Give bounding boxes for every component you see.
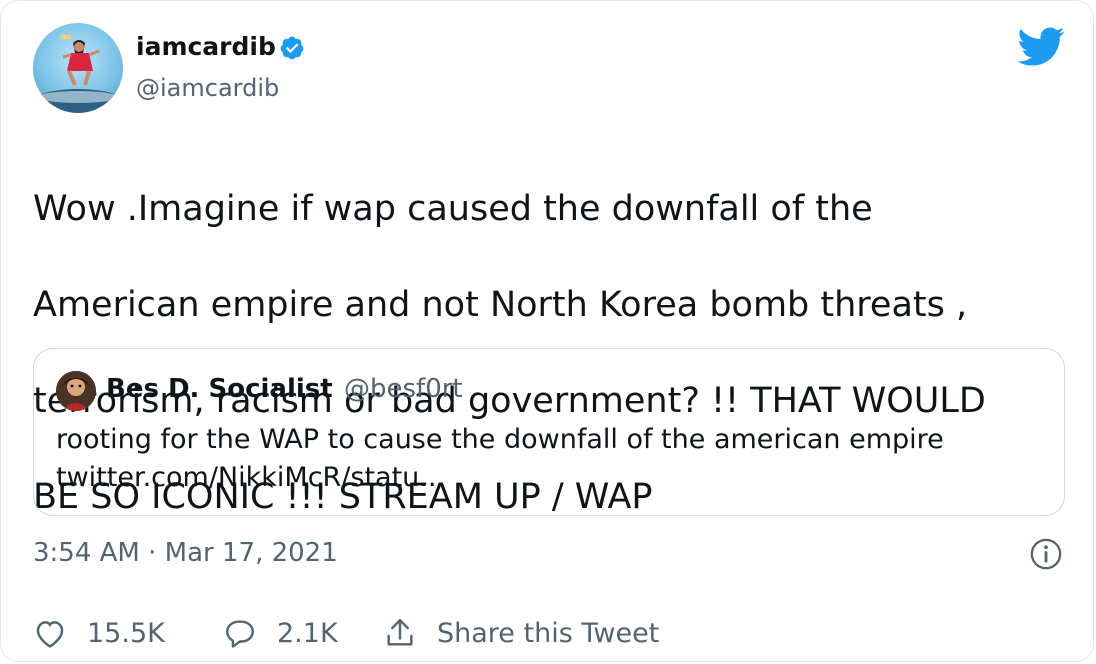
- quoted-author-handle[interactable]: @besf0rt: [344, 373, 463, 405]
- quoted-tweet-link[interactable]: twitter.com/NikkiMcR/statu...: [56, 459, 445, 497]
- author-handle[interactable]: @iamcardib: [136, 73, 279, 103]
- share-upload-icon: [387, 619, 413, 646]
- reply-count: 2.1K: [277, 617, 338, 649]
- heart-icon: [36, 621, 64, 648]
- like-button[interactable]: 15.5K: [33, 613, 165, 653]
- tweet-text-line: Wow .Imagine if wap caused the downfall …: [33, 189, 873, 229]
- tweet-timestamp[interactable]: 3:54 AM · Mar 17, 2021: [33, 535, 338, 571]
- tweet-text-line: American empire and not North Korea bomb…: [33, 285, 968, 325]
- quoted-tweet[interactable]: Bes D. Socialist @besf0rt rooting for th…: [33, 348, 1065, 516]
- quoted-author-display-name[interactable]: Bes D. Socialist: [106, 373, 333, 405]
- share-label: Share this Tweet: [437, 617, 660, 649]
- twitter-bird-icon[interactable]: [1017, 27, 1065, 67]
- info-icon[interactable]: [1029, 537, 1063, 571]
- verified-badge-icon: [280, 36, 304, 60]
- like-count: 15.5K: [87, 617, 165, 649]
- tweet-card: iamcardib @iamcardib Wow .Imagine if wap…: [0, 0, 1094, 662]
- reply-button[interactable]: 2.1K: [223, 613, 338, 653]
- author-display-name[interactable]: iamcardib: [136, 32, 276, 62]
- divider: [33, 589, 1065, 590]
- share-button[interactable]: Share this Tweet: [383, 613, 659, 653]
- speech-bubble-icon: [226, 620, 254, 648]
- quoted-tweet-text: rooting for the WAP to cause the downfal…: [56, 424, 944, 455]
- quoted-author-avatar[interactable]: [56, 371, 96, 411]
- tweet-actions: 15.5K 2.1K Share this Tweet: [33, 613, 1073, 653]
- author-avatar[interactable]: [33, 23, 123, 113]
